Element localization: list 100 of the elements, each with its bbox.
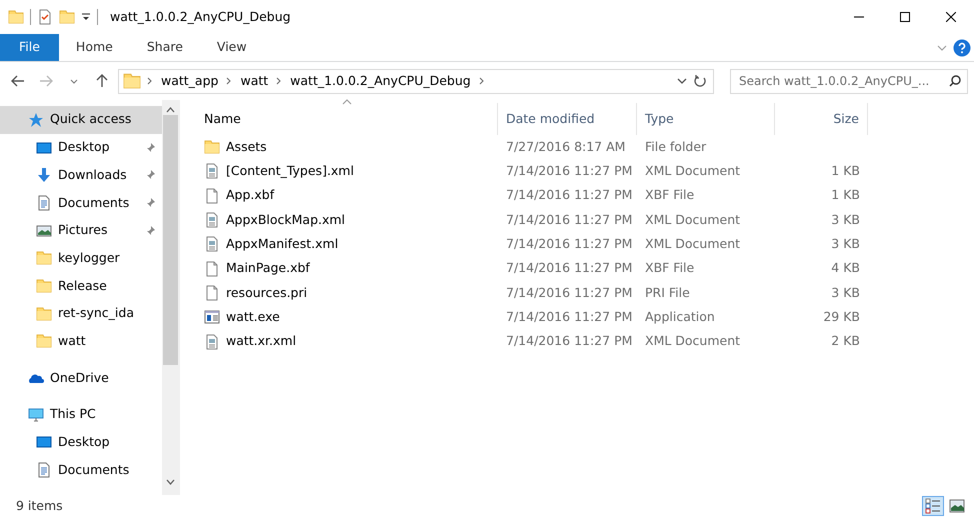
help-icon[interactable] <box>952 38 971 56</box>
ribbon-tab[interactable]: Share <box>130 34 200 61</box>
star-icon <box>28 112 44 128</box>
computer-icon <box>28 406 44 423</box>
scroll-down-icon[interactable] <box>166 479 175 485</box>
document-icon <box>36 194 52 211</box>
table-cell-text: PRI File <box>644 284 691 302</box>
up-arrow-icon <box>96 74 108 88</box>
properties-icon[interactable] <box>37 9 53 25</box>
monitor-icon <box>36 434 52 450</box>
chevron-icon <box>276 77 282 85</box>
file-name[interactable]: resources.pri <box>226 284 308 302</box>
ribbon-tab[interactable]: View <box>200 34 264 61</box>
application-icon <box>204 309 220 326</box>
sidebar-item[interactable]: OneDrive <box>0 364 162 392</box>
table-cell: 3 KB <box>831 212 860 227</box>
column-header[interactable]: Type <box>637 103 775 135</box>
sidebar-item[interactable]: Quick access <box>0 106 162 134</box>
ribbon-tab[interactable]: Home <box>58 34 130 61</box>
sidebar-item[interactable]: watt <box>0 328 162 356</box>
file-name[interactable]: App.xbf <box>226 186 274 206</box>
monitor-icon <box>36 140 52 156</box>
column-header[interactable]: Size <box>775 103 868 135</box>
file-name[interactable]: [Content_Types].xml <box>226 162 354 181</box>
file-name[interactable]: watt.exe <box>226 308 280 327</box>
scrollbar-thumb[interactable] <box>163 115 178 365</box>
expand-ribbon-icon[interactable] <box>936 44 947 50</box>
table-cell-text: 7/14/2016 11:27 PM <box>505 210 634 229</box>
table-cell-text: 7/14/2016 11:27 PM <box>505 162 634 180</box>
table-cell-text: 7/14/2016 11:27 PM <box>505 308 634 326</box>
folder-icon <box>36 278 52 294</box>
refresh-icon[interactable] <box>692 74 707 88</box>
table-cell: 3 KB <box>831 284 860 300</box>
document-icon <box>36 462 52 478</box>
sidebar-item[interactable]: Desktop <box>0 134 162 162</box>
table-cell-text: XBF File <box>644 259 696 278</box>
folder-icon <box>36 250 52 266</box>
forward-arrow-icon <box>39 75 53 87</box>
back-arrow-icon <box>11 75 25 87</box>
folder-icon <box>36 333 52 350</box>
dropdown-icon[interactable] <box>81 12 91 22</box>
list-icon <box>925 498 941 514</box>
file-icon <box>204 260 220 277</box>
column-header[interactable]: Name <box>196 103 498 135</box>
column-header[interactable]: Date modified <box>498 103 637 135</box>
scroll-up-icon[interactable] <box>166 107 175 113</box>
sidebar-item[interactable]: Pictures <box>0 216 162 244</box>
table-cell: 29 KB <box>823 308 860 324</box>
table-cell-text: XML Document <box>644 162 742 180</box>
details-view-button[interactable] <box>922 496 944 516</box>
table-cell-text: XML Document <box>644 234 742 253</box>
file-name[interactable]: MainPage.xbf <box>226 259 310 278</box>
table-cell-text: 7/14/2016 11:27 PM <box>505 332 634 350</box>
chevron-icon[interactable] <box>478 77 485 85</box>
picture-icon <box>36 222 52 239</box>
dropdown-icon[interactable] <box>676 78 686 84</box>
close-icon <box>946 12 956 22</box>
chevron-icon <box>226 77 232 85</box>
address-bar[interactable]: watt_app watt watt_1.0.0.2_AnyCPU_Debug <box>118 68 714 94</box>
maximize-icon <box>900 12 910 22</box>
window-title: watt_1.0.0.2_AnyCPU_Debug <box>110 8 291 26</box>
table-cell-text: 7/14/2016 11:27 PM <box>505 234 634 253</box>
table-cell-text: XML Document <box>644 210 742 229</box>
table-cell: 4 KB <box>831 260 860 276</box>
file-icon <box>204 188 220 204</box>
table-cell-text: XML Document <box>644 332 742 350</box>
sidebar-item[interactable]: Documents <box>0 456 162 484</box>
sidebar-item[interactable]: This PC <box>0 400 162 429</box>
breadcrumb-link[interactable]: watt <box>238 72 270 90</box>
xml-file-icon <box>204 334 220 350</box>
download-arrow-icon <box>36 167 52 184</box>
sidebar-item[interactable]: Desktop <box>0 428 162 456</box>
search-icon <box>949 75 961 87</box>
sidebar-item[interactable]: Documents <box>0 189 162 217</box>
table-cell: 3 KB <box>831 236 860 251</box>
breadcrumb-link[interactable]: watt_1.0.0.2_AnyCPU_Debug <box>288 72 473 90</box>
table-cell-text: XBF File <box>644 186 696 204</box>
sidebar-item[interactable]: ret-sync_ida <box>0 300 162 328</box>
table-cell-text: File folder <box>644 138 708 156</box>
file-name[interactable]: AppxBlockMap.xml <box>226 210 346 230</box>
search-field[interactable]: Search watt_1.0.0.2_AnyCPU_... <box>730 68 968 94</box>
picture-icon <box>949 498 965 514</box>
folder-icon <box>123 72 141 90</box>
sidebar-item[interactable]: Release <box>0 272 162 300</box>
table-cell: 1 KB <box>831 187 860 202</box>
xml-file-icon <box>204 212 220 228</box>
breadcrumb-link[interactable]: watt_app <box>159 72 220 90</box>
file-name[interactable]: Assets <box>226 138 267 157</box>
file-name[interactable]: AppxManifest.xml <box>226 234 338 254</box>
file-menu-button[interactable]: File <box>0 34 59 61</box>
xml-file-icon <box>204 236 220 252</box>
table-cell-text: 7/27/2016 8:17 AM <box>505 138 626 156</box>
sidebar-item[interactable]: keylogger <box>0 244 162 272</box>
folder-icon <box>36 306 52 322</box>
caret-icon <box>70 78 78 84</box>
item-count: 9 items <box>16 496 63 515</box>
table-cell-text: Application <box>644 308 716 326</box>
file-name[interactable]: watt.xr.xml <box>226 332 296 351</box>
table-cell: 1 KB <box>831 163 860 178</box>
sidebar-item[interactable]: Downloads <box>0 161 162 190</box>
